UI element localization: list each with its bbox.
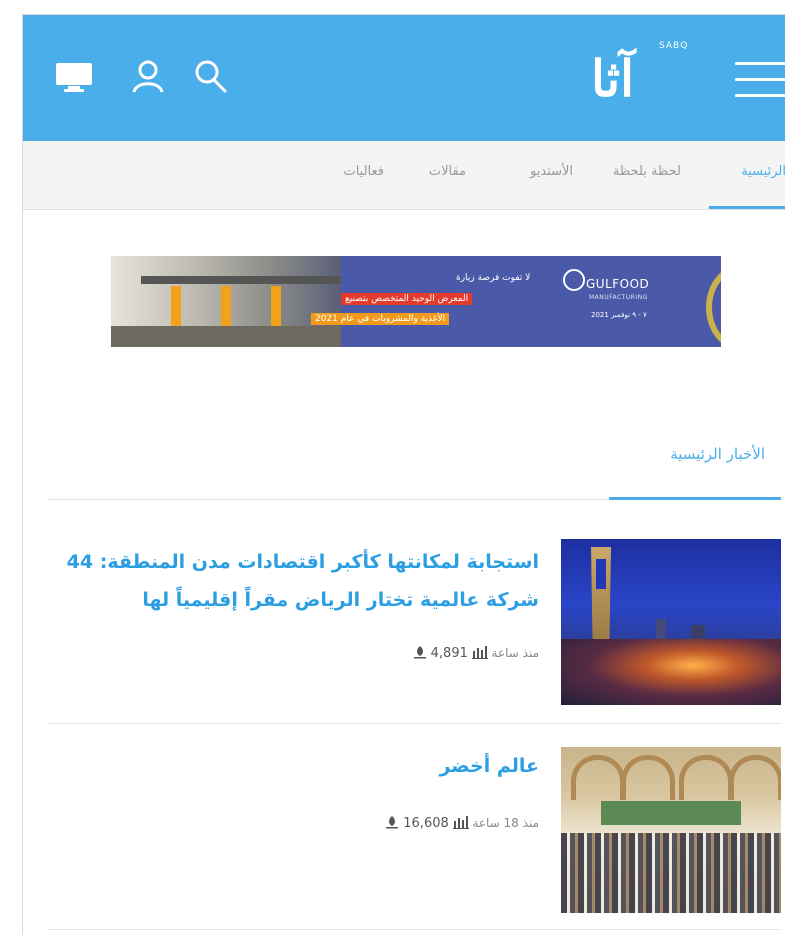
ad-dates: ٧ - ٩ نوفمبر 2021 [591,311,647,319]
menu-icon[interactable] [735,58,785,98]
ad-banner[interactable]: لا تفوت فرصة زيارة المعرض الوحيد المتخصص… [111,256,721,347]
stats-icon [452,815,469,832]
section-title-underline [609,497,781,500]
ad-line-1: لا تفوت فرصة زيارة [456,273,531,283]
tv-icon[interactable] [53,55,95,97]
article-meta: منذ ساعة 4,891 [413,645,539,662]
article-card-1[interactable]: استجابة لمكانتها كأكبر اقتصادات مدن المن… [47,539,781,709]
main-nav: الرئيسية لحظة بلحظة الأستديو مقالات فعال… [23,141,785,210]
page-frame: آثا SABQ الرئيسية لحظة بلحظة الأستديو مق… [22,14,785,935]
ad-brand-sub: MANUFACTURING [589,294,648,301]
site-header: آثا SABQ [23,15,785,141]
ad-machine-image [111,256,341,347]
article-views: 16,608 [403,816,449,831]
article-thumbnail[interactable] [561,747,781,913]
article-divider [47,929,781,930]
nav-item-studio[interactable]: الأستديو [530,164,573,179]
nav-item-articles[interactable]: مقالات [429,164,466,179]
stats-icon [471,645,488,662]
nav-item-live[interactable]: لحظة بلحظة [613,164,681,179]
article-views: 4,891 [430,646,468,661]
article-thumbnail[interactable] [561,539,781,705]
article-meta: منذ 18 ساعة 16,608 [385,815,539,832]
logo-small-text: SABQ [659,41,689,51]
ad-line-3: الأغذية والمشروبات في عام 2021 [311,313,450,325]
comment-icon [385,815,399,832]
article-card-2[interactable]: عالم أخضر منذ 18 ساعة 16,608 [47,747,781,917]
ad-brand-ring-icon [563,269,585,291]
section-title[interactable]: الأخبار الرئيسية [563,445,765,463]
nav-item-events[interactable]: فعاليات [343,164,384,179]
logo-text: آثا [591,49,636,108]
article-divider [47,723,781,724]
article-time: منذ ساعة [491,646,539,660]
site-logo[interactable]: آثا SABQ [591,41,711,113]
comment-icon [413,645,427,662]
article-time: منذ 18 ساعة [472,816,539,830]
user-icon[interactable] [127,55,169,97]
article-headline[interactable]: عالم أخضر [61,749,539,783]
ad-brand: GULFOOD [586,277,650,291]
ad-line-2: المعرض الوحيد المتخصص بتصنيع [341,293,473,305]
article-headline[interactable]: استجابة لمكانتها كأكبر اقتصادات مدن المن… [61,543,539,619]
nav-item-home[interactable]: الرئيسية [741,164,785,179]
nav-active-underline [709,206,785,209]
ad-arc-decoration [706,264,721,347]
search-icon[interactable] [189,55,231,97]
